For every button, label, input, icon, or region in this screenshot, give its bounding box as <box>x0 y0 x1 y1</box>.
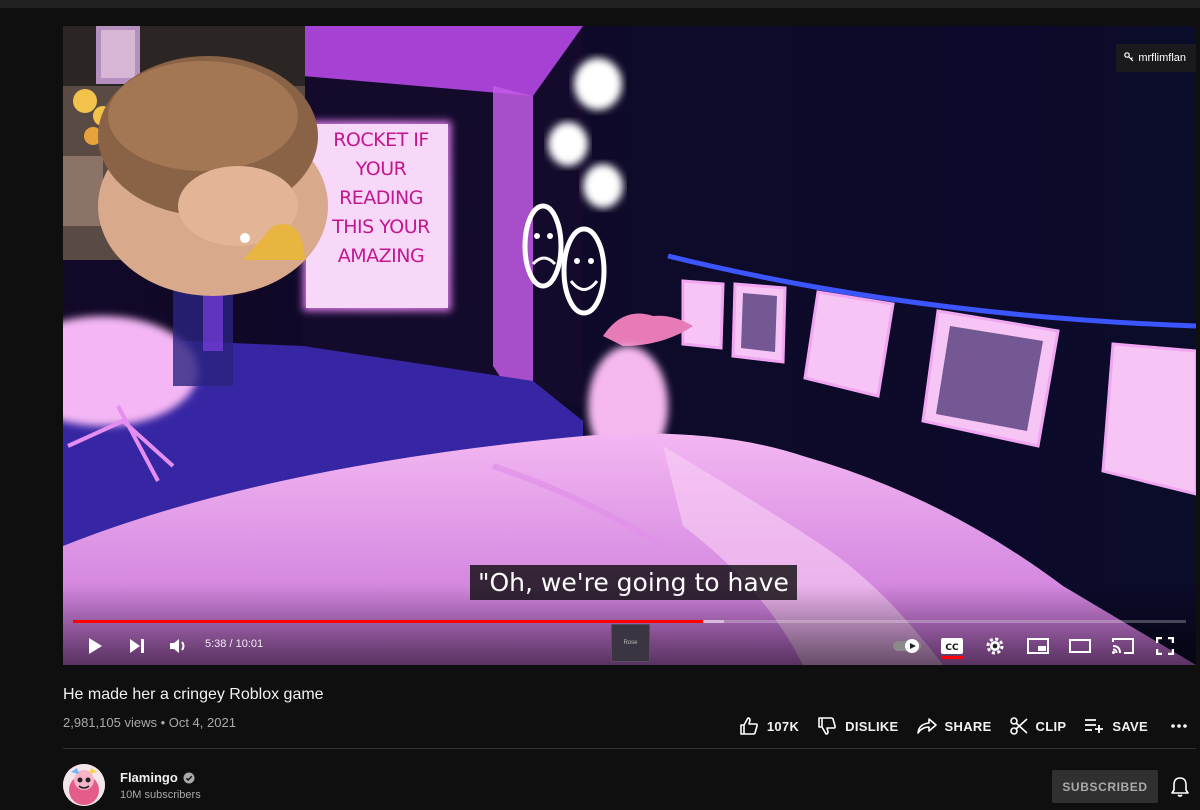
next-icon <box>130 639 144 653</box>
key-icon <box>1124 51 1134 65</box>
theater-icon <box>1069 639 1091 653</box>
action-bar: 107K DISLIKE SHARE CLIP SAVE <box>721 712 1188 740</box>
scissors-icon <box>1009 717 1028 735</box>
subscriber-count: 10M subscribers <box>120 789 201 801</box>
more-horizontal-icon <box>1171 724 1187 728</box>
sign-line: YOUR <box>355 158 407 180</box>
like-button[interactable]: 107K <box>739 712 799 740</box>
playlist-add-icon <box>1085 719 1104 733</box>
cast-button[interactable] <box>1105 628 1141 664</box>
top-bar <box>0 0 1200 8</box>
verified-check-icon <box>183 772 195 784</box>
miniplayer-icon <box>1027 638 1049 654</box>
like-count: 107K <box>766 718 800 734</box>
next-button[interactable] <box>119 628 155 664</box>
theater-mode-button[interactable] <box>1062 628 1098 664</box>
bell-icon <box>1171 777 1189 797</box>
fullscreen-icon <box>1156 637 1174 655</box>
volume-icon <box>170 639 185 653</box>
share-label: SHARE <box>944 718 992 734</box>
dislike-button[interactable]: DISLIKE <box>817 712 898 740</box>
subscribe-button[interactable]: SUBSCRIBED <box>1052 770 1158 803</box>
share-icon <box>916 718 937 734</box>
video-title: He made her a cringey Roblox game <box>63 686 324 703</box>
storyboard-preview: Rose <box>611 624 650 662</box>
autoplay-toggle[interactable] <box>889 628 925 664</box>
video-meta: 2,981,105 views • Oct 4, 2021 <box>63 715 236 730</box>
clip-label: CLIP <box>1035 718 1067 734</box>
fullscreen-button[interactable] <box>1147 628 1183 664</box>
more-actions-button[interactable] <box>1170 712 1188 740</box>
sign-line: READING <box>339 187 423 209</box>
play-button[interactable] <box>77 628 113 664</box>
play-icon <box>89 638 102 654</box>
cc-icon: CC <box>941 638 963 654</box>
notification-bell[interactable] <box>1168 775 1192 799</box>
divider <box>63 748 1196 749</box>
channel-name-text: Flamingo <box>120 770 178 785</box>
thumbs-down-icon <box>818 717 837 735</box>
progress-bar[interactable] <box>73 620 1186 623</box>
sign-line: ROCKET IF <box>333 129 429 151</box>
video-player[interactable]: ROCKET IF YOUR READING THIS YOUR AMAZING… <box>63 26 1196 665</box>
miniplayer-button[interactable] <box>1020 628 1056 664</box>
thumbs-up-icon <box>740 717 758 735</box>
save-button[interactable]: SAVE <box>1084 712 1148 740</box>
sign-line: THIS YOUR <box>332 216 430 238</box>
settings-icon <box>986 637 1004 655</box>
save-label: SAVE <box>1112 718 1148 734</box>
cc-active-indicator <box>941 656 963 659</box>
channel-watermark[interactable]: mrflimflan <box>1116 44 1196 72</box>
volume-button[interactable] <box>161 628 197 664</box>
flamingo-avatar-image <box>63 764 105 806</box>
preview-label: Rose <box>623 640 638 646</box>
dislike-label: DISLIKE <box>845 718 899 734</box>
sign-text: ROCKET IF YOUR READING THIS YOUR AMAZING <box>306 126 456 311</box>
channel-avatar[interactable] <box>63 764 105 806</box>
sign-line: AMAZING <box>337 245 425 267</box>
channel-name[interactable]: Flamingo <box>120 770 195 786</box>
cast-icon <box>1112 638 1134 654</box>
settings-button[interactable] <box>977 628 1013 664</box>
watermark-text: mrflimflan <box>1138 52 1186 64</box>
autoplay-toggle-icon <box>893 639 921 653</box>
clip-button[interactable]: CLIP <box>1009 712 1067 740</box>
progress-played <box>73 620 703 623</box>
share-button[interactable]: SHARE <box>916 712 992 740</box>
svg-text:CC: CC <box>945 643 959 653</box>
time-display: 5:38 / 10:01 <box>205 638 264 650</box>
